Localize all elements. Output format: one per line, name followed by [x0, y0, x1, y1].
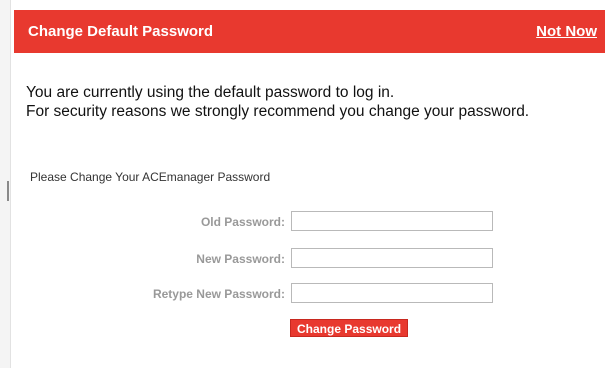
retype-password-label: Retype New Password:	[152, 287, 285, 301]
new-password-label: New Password:	[196, 252, 285, 266]
warning-message: You are currently using the default pass…	[26, 83, 529, 121]
background-page-edge	[0, 0, 11, 368]
page: Change Default Password Not Now You are …	[0, 0, 605, 368]
change-password-dialog: Change Default Password Not Now You are …	[14, 0, 605, 368]
change-password-button[interactable]: Change Password	[290, 319, 409, 337]
warning-message-line-2: For security reasons we strongly recomme…	[26, 103, 530, 120]
retype-password-row: Retype New Password:	[14, 283, 605, 305]
not-now-link[interactable]: Not Now	[536, 23, 597, 40]
warning-message-line-1: You are currently using the default pass…	[26, 84, 395, 101]
old-password-label: Old Password:	[200, 215, 285, 229]
old-password-field[interactable]	[291, 211, 493, 231]
old-password-row: Old Password:	[14, 211, 605, 233]
dialog-title: Change Default Password	[28, 23, 214, 40]
dialog-header: Change Default Password Not Now	[14, 10, 605, 53]
new-password-field[interactable]	[291, 248, 493, 268]
new-password-row: New Password:	[14, 248, 605, 270]
retype-password-field[interactable]	[291, 283, 493, 303]
form-subheading: Please Change Your ACEmanager Password	[30, 170, 271, 184]
background-page-marker	[7, 181, 9, 201]
